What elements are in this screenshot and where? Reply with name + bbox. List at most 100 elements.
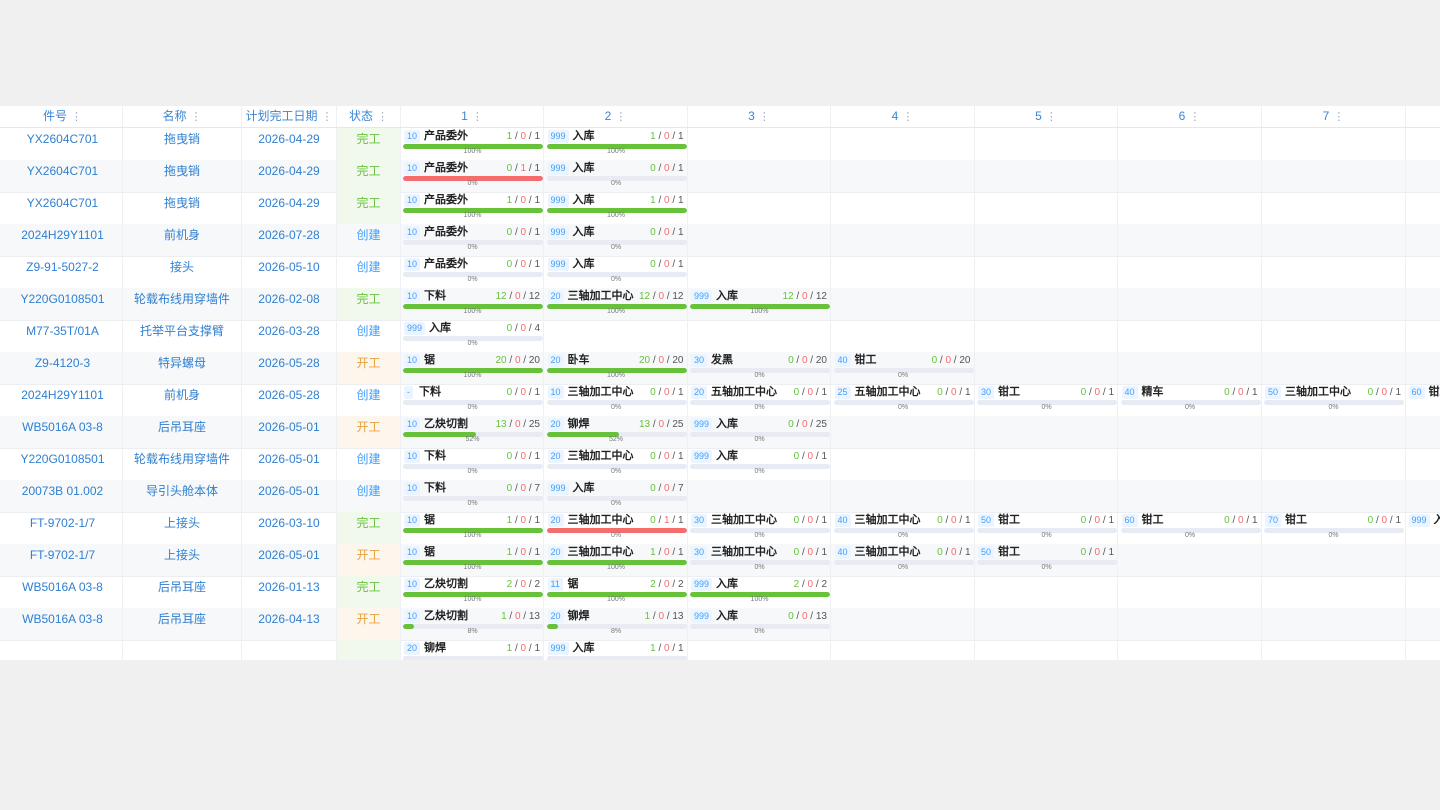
table-row[interactable]: 20073B 01.002 导引头舱本体 2026-05-01 创建 10 下料 0 / 0… bbox=[0, 480, 1440, 513]
process-step[interactable]: 10 产品委外 0 / 1 / 1 0% bbox=[402, 160, 543, 192]
column-menu-icon[interactable]: ⋮ bbox=[1046, 111, 1057, 123]
process-step[interactable]: 50 钳工 0 / 0 / 1 0% bbox=[976, 512, 1117, 544]
process-step[interactable]: 10 锯 20 / 0 / 20 100% bbox=[402, 352, 543, 384]
table-row[interactable]: WB5016A 03-8 后吊耳座 2026-05-01 开工 10 乙炔切割 13 / 0… bbox=[0, 416, 1440, 449]
part-number-link[interactable]: Z9-4120-3 bbox=[3, 352, 123, 384]
process-step[interactable]: 10 下料 0 / 0 / 7 0% bbox=[402, 480, 543, 512]
process-step[interactable]: 999 入库 0 / 0 / 4 0% bbox=[402, 320, 543, 352]
process-step[interactable]: 999 入库 0 / 0 / 1 0% bbox=[689, 448, 830, 480]
process-step[interactable]: 10 产品委外 0 / 0 / 1 0% bbox=[402, 224, 543, 256]
part-name-link[interactable]: 拖曳销 bbox=[123, 160, 242, 192]
process-step[interactable]: 20 三轴加工中心 12 / 0 / 12 100% bbox=[546, 288, 687, 320]
part-number-link[interactable]: WB5016A 03-8 bbox=[3, 608, 123, 640]
table-row[interactable]: WB5016A 03-8 后吊耳座 2026-04-13 开工 10 乙炔切割 1 / 0 … bbox=[0, 608, 1440, 641]
process-step[interactable]: 10 下料 0 / 0 / 1 0% bbox=[402, 448, 543, 480]
process-step[interactable]: 999 入库 1 / 0 / 1 100% bbox=[546, 192, 687, 224]
process-step[interactable]: 10 产品委外 1 / 0 / 1 100% bbox=[402, 128, 543, 160]
table-row[interactable]: Y220G0108501 轮载布线用穿墙件 2026-02-08 完工 10 下料 12 /… bbox=[0, 288, 1440, 321]
part-header[interactable]: 件号 ⋮ bbox=[3, 106, 123, 127]
part-number-link[interactable]: Y220G0108501 bbox=[3, 448, 123, 480]
part-number-link[interactable]: YX2604C701 bbox=[3, 192, 123, 224]
process-step[interactable]: 40 精车 0 / 0 / 1 0% bbox=[1120, 384, 1261, 416]
table-row[interactable]: WB5016A 03-8 后吊耳座 2026-01-13 完工 10 乙炔切割 2 / 0 … bbox=[0, 576, 1440, 609]
column-menu-icon[interactable]: ⋮ bbox=[377, 111, 388, 123]
table-row[interactable]: 20 铆焊 1 / 0 / 1 999 入库 1 / 0 / 1 bbox=[0, 640, 1440, 660]
part-name-link[interactable]: 后吊耳座 bbox=[123, 576, 242, 608]
column-menu-icon[interactable]: ⋮ bbox=[472, 111, 483, 123]
process-step[interactable]: 20 五轴加工中心 0 / 0 / 1 0% bbox=[689, 384, 830, 416]
process-step[interactable]: 20 铆焊 1 / 0 / 1 bbox=[402, 640, 543, 660]
step-2-header[interactable]: 2 ⋮ bbox=[544, 106, 688, 127]
step-3-header[interactable]: 3 ⋮ bbox=[688, 106, 831, 127]
part-name-link[interactable]: 特异螺母 bbox=[123, 352, 242, 384]
part-name-link[interactable]: 拖曳销 bbox=[123, 192, 242, 224]
column-menu-icon[interactable]: ⋮ bbox=[759, 111, 770, 123]
column-menu-icon[interactable]: ⋮ bbox=[1189, 111, 1200, 123]
process-step[interactable]: 10 下料 12 / 0 / 12 100% bbox=[402, 288, 543, 320]
process-step[interactable]: 20 三轴加工中心 0 / 0 / 1 0% bbox=[546, 448, 687, 480]
part-name-link[interactable] bbox=[123, 640, 242, 660]
process-step[interactable]: 20 三轴加工中心 1 / 0 / 1 100% bbox=[546, 544, 687, 576]
process-step[interactable]: 999 入库 0 / 0 / 1 0% bbox=[546, 256, 687, 288]
column-menu-icon[interactable]: ⋮ bbox=[615, 111, 626, 123]
column-menu-icon[interactable]: ⋮ bbox=[71, 111, 82, 123]
date-header[interactable]: 计划完工日期 ⋮ bbox=[242, 106, 337, 127]
part-number-link[interactable]: WB5016A 03-8 bbox=[3, 576, 123, 608]
column-menu-icon[interactable]: ⋮ bbox=[322, 111, 333, 123]
process-step[interactable]: 999 入库 2 / 0 / 2 100% bbox=[689, 576, 830, 608]
process-step[interactable]: - 下料 0 / 0 / 1 0% bbox=[402, 384, 543, 416]
process-step[interactable]: 999 入库 1 / 0 / 1 bbox=[546, 640, 687, 660]
process-step[interactable]: 999 入 bbox=[1407, 512, 1440, 544]
process-step[interactable]: 60钳工 bbox=[1407, 384, 1440, 416]
process-step[interactable]: 40 三轴加工中心 0 / 0 / 1 0% bbox=[833, 512, 974, 544]
process-step[interactable]: 10 乙炔切割 1 / 0 / 13 8% bbox=[402, 608, 543, 640]
part-number-link[interactable]: 20073B 01.002 bbox=[3, 480, 123, 512]
step-6-header[interactable]: 6 ⋮ bbox=[1118, 106, 1262, 127]
process-step[interactable]: 10 乙炔切割 2 / 0 / 2 100% bbox=[402, 576, 543, 608]
process-step[interactable]: 50 三轴加工中心 0 / 0 / 1 0% bbox=[1263, 384, 1404, 416]
part-name-link[interactable]: 前机身 bbox=[123, 384, 242, 416]
step-7-header[interactable]: 7 ⋮ bbox=[1262, 106, 1406, 127]
part-name-link[interactable]: 后吊耳座 bbox=[123, 608, 242, 640]
status-header[interactable]: 状态 ⋮ bbox=[337, 106, 401, 127]
process-step[interactable]: 70 钳工 0 / 0 / 1 0% bbox=[1263, 512, 1404, 544]
table-row[interactable]: Z9-4120-3 特异螺母 2026-05-28 开工 10 锯 20 / 0 / 20 1… bbox=[0, 352, 1440, 385]
process-step[interactable]: 40 三轴加工中心 0 / 0 / 1 0% bbox=[833, 544, 974, 576]
step-4-header[interactable]: 4 ⋮ bbox=[831, 106, 975, 127]
process-step[interactable]: 30 三轴加工中心 0 / 0 / 1 0% bbox=[689, 544, 830, 576]
process-step[interactable]: 50 钳工 0 / 0 / 1 0% bbox=[976, 544, 1117, 576]
name-header[interactable]: 名称 ⋮ bbox=[123, 106, 242, 127]
process-step[interactable]: 30 发黑 0 / 0 / 20 0% bbox=[689, 352, 830, 384]
process-step[interactable]: 999 入库 0 / 0 / 7 0% bbox=[546, 480, 687, 512]
table-row[interactable]: YX2604C701 拖曳销 2026-04-29 完工 10 产品委外 1 / 0 / 1… bbox=[0, 192, 1440, 225]
process-step[interactable]: 10 锯 1 / 0 / 1 100% bbox=[402, 512, 543, 544]
process-step[interactable]: 20 三轴加工中心 0 / 1 / 1 0% bbox=[546, 512, 687, 544]
process-step[interactable]: 10 产品委外 1 / 0 / 1 100% bbox=[402, 192, 543, 224]
part-name-link[interactable]: 托举平台支撑臂 bbox=[123, 320, 242, 352]
process-step[interactable]: 30 三轴加工中心 0 / 0 / 1 0% bbox=[689, 512, 830, 544]
table-row[interactable]: YX2604C701 拖曳销 2026-04-29 完工 10 产品委外 1 / 0 / 1… bbox=[0, 128, 1440, 161]
part-name-link[interactable]: 上接头 bbox=[123, 512, 242, 544]
process-step[interactable]: 999 入库 0 / 0 / 13 0% bbox=[689, 608, 830, 640]
table-row[interactable]: YX2604C701 拖曳销 2026-04-29 完工 10 产品委外 0 / 1 / 1… bbox=[0, 160, 1440, 193]
process-step[interactable]: 10 三轴加工中心 0 / 0 / 1 0% bbox=[546, 384, 687, 416]
part-number-link[interactable]: Z9-91-5027-2 bbox=[3, 256, 123, 288]
part-name-link[interactable]: 拖曳销 bbox=[123, 128, 242, 160]
process-step[interactable]: 20 铆焊 1 / 0 / 13 8% bbox=[546, 608, 687, 640]
process-step[interactable]: 20 铆焊 13 / 0 / 25 52% bbox=[546, 416, 687, 448]
step-1-header[interactable]: 1 ⋮ bbox=[401, 106, 544, 127]
part-number-link[interactable]: FT-9702-1/7 bbox=[3, 544, 123, 576]
part-number-link[interactable]: YX2604C701 bbox=[3, 160, 123, 192]
part-number-link[interactable]: Y220G0108501 bbox=[3, 288, 123, 320]
table-row[interactable]: FT-9702-1/7 上接头 2026-03-10 完工 10 锯 1 / 0 / 1 10… bbox=[0, 512, 1440, 545]
table-row[interactable]: M77-35T/01A 托举平台支撑臂 2026-03-28 创建 999 入库 0 / 0… bbox=[0, 320, 1440, 353]
process-step[interactable]: 999 入库 12 / 0 / 12 100% bbox=[689, 288, 830, 320]
process-step[interactable]: 10 产品委外 0 / 0 / 1 0% bbox=[402, 256, 543, 288]
process-step[interactable]: 25 五轴加工中心 0 / 0 / 1 0% bbox=[833, 384, 974, 416]
process-step[interactable]: 11 锯 2 / 0 / 2 100% bbox=[546, 576, 687, 608]
part-name-link[interactable]: 轮载布线用穿墙件 bbox=[123, 288, 242, 320]
step-5-header[interactable]: 5 ⋮ bbox=[975, 106, 1118, 127]
part-name-link[interactable]: 前机身 bbox=[123, 224, 242, 256]
table-row[interactable]: FT-9702-1/7 上接头 2026-05-01 开工 10 锯 1 / 0 / 1 10… bbox=[0, 544, 1440, 577]
process-step[interactable]: 999 入库 0 / 0 / 1 0% bbox=[546, 160, 687, 192]
